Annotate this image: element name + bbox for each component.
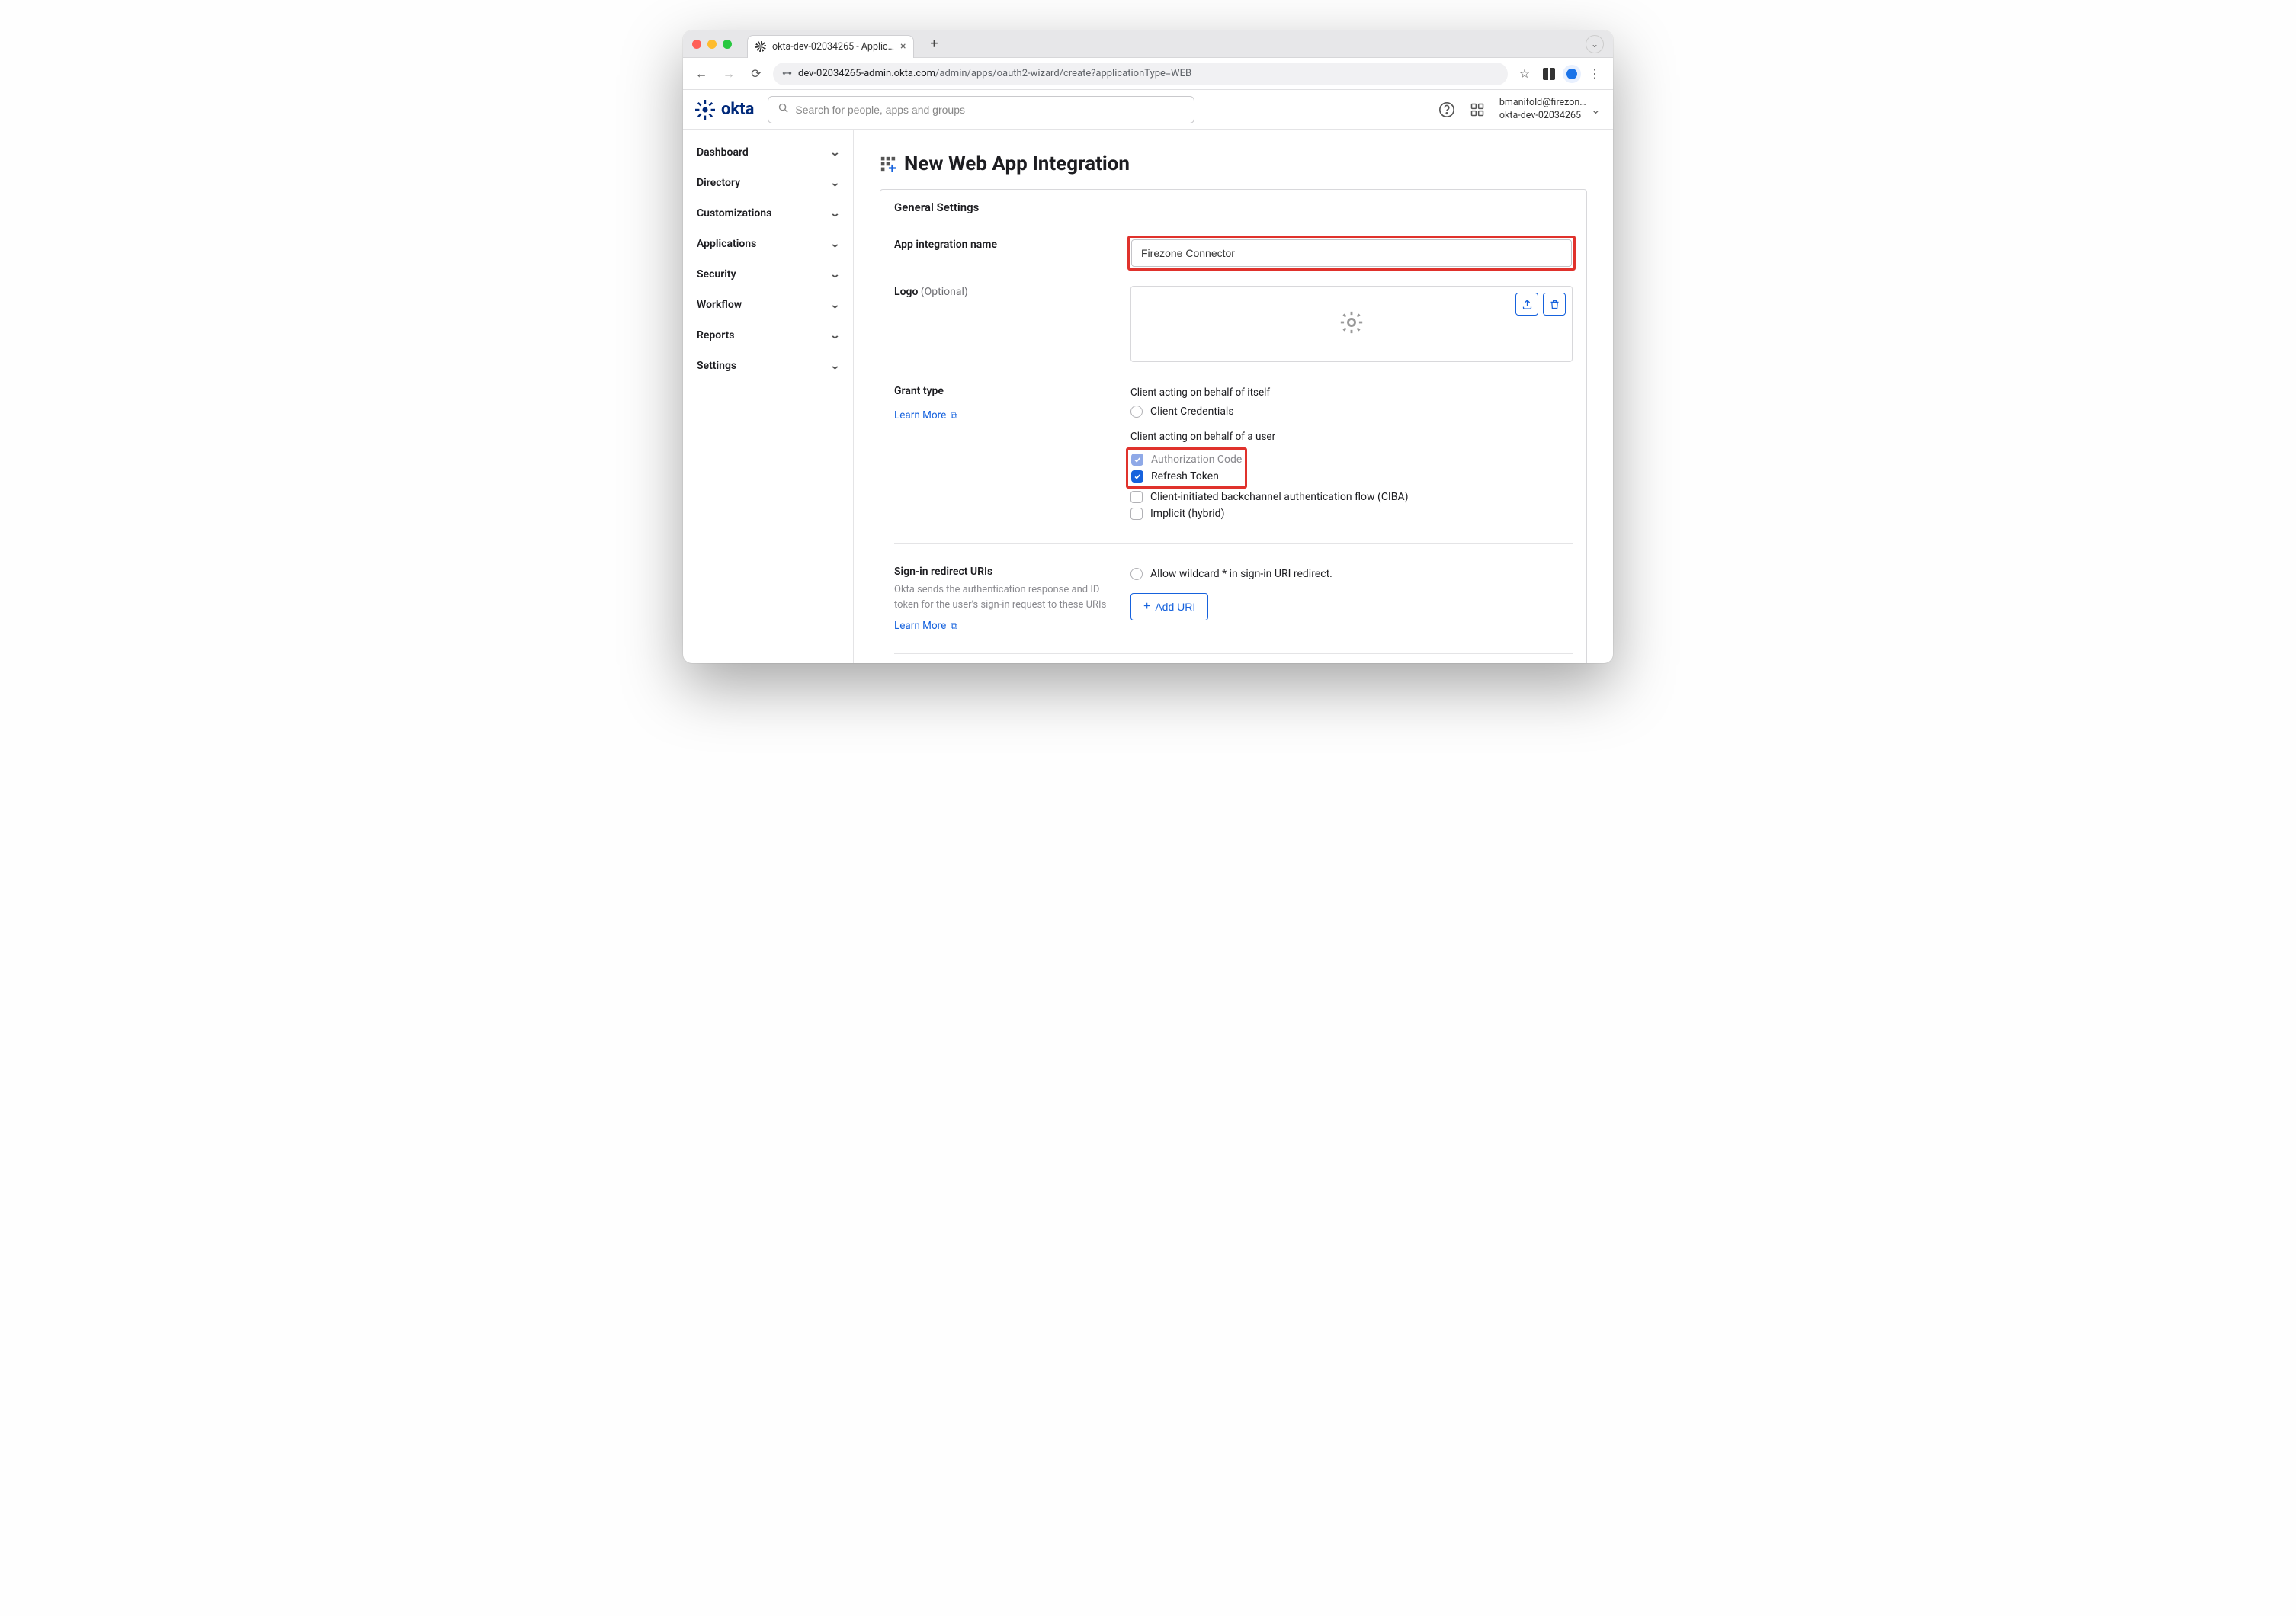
new-tab-button[interactable]: + (925, 35, 943, 53)
help-icon[interactable] (1438, 101, 1455, 118)
browser-window: okta-dev-02034265 - Applic… × + ⌄ ← → ⟳ … (683, 30, 1613, 663)
checkbox-checked-disabled-icon (1131, 454, 1143, 466)
close-window-icon[interactable] (692, 40, 701, 49)
chevron-down-icon: ⌄ (829, 147, 840, 159)
org-name: okta-dev-02034265 (1499, 110, 1586, 122)
learn-more-link[interactable]: Learn More⧉ (894, 620, 957, 632)
user-menu[interactable]: bmanifold@firezon… okta-dev-02034265 ⌄ (1499, 97, 1601, 122)
radio-unchecked-icon[interactable] (1130, 568, 1143, 580)
search-input[interactable] (795, 104, 1185, 116)
chevron-down-icon: ⌄ (829, 239, 840, 250)
chevron-down-icon: ⌄ (829, 361, 840, 372)
checkbox-checked-icon[interactable] (1131, 470, 1143, 483)
grant-client-credentials[interactable]: Client Credentials (1130, 403, 1573, 420)
page-title: New Web App Integration (880, 152, 1587, 175)
signin-uris-label: Sign-in redirect URIs (894, 566, 1115, 578)
forward-button: → (718, 63, 739, 85)
app-name-input[interactable] (1131, 239, 1572, 267)
sidebar-item-workflow[interactable]: Workflow⌄ (683, 290, 853, 320)
global-search[interactable] (768, 96, 1194, 123)
sidebar: Dashboard⌄ Directory⌄ Customizations⌄ Ap… (683, 130, 854, 663)
grant-authorization-code: Authorization Code (1131, 451, 1242, 468)
minimize-window-icon[interactable] (707, 40, 717, 49)
sidebar-item-customizations[interactable]: Customizations⌄ (683, 198, 853, 229)
tab-favicon-icon (755, 41, 766, 52)
external-link-icon: ⧉ (951, 410, 957, 422)
maximize-window-icon[interactable] (723, 40, 732, 49)
back-button[interactable]: ← (691, 63, 712, 85)
grant-refresh-token[interactable]: Refresh Token (1131, 468, 1242, 485)
checkbox-unchecked-icon[interactable] (1130, 491, 1143, 503)
upload-logo-button[interactable] (1515, 293, 1538, 316)
sidebar-item-applications[interactable]: Applications⌄ (683, 229, 853, 259)
chevron-down-icon: ⌄ (829, 269, 840, 281)
highlight-box: Authorization Code Refresh Token (1126, 447, 1247, 489)
apps-grid-icon[interactable] (1469, 101, 1486, 118)
sidebar-item-dashboard[interactable]: Dashboard⌄ (683, 137, 853, 168)
grant-type-label: Grant type (894, 385, 1115, 397)
external-link-icon: ⧉ (951, 620, 957, 632)
general-settings-card: General Settings App integration name (880, 189, 1587, 663)
sidebar-item-settings[interactable]: Settings⌄ (683, 351, 853, 381)
card-title: General Settings (880, 190, 1586, 225)
okta-header: okta bmanifold@firezon… okta-dev-0203426… (683, 90, 1613, 130)
tab-title: okta-dev-02034265 - Applic… (772, 41, 894, 53)
logo-dropzone[interactable] (1130, 286, 1573, 362)
extensions-icon[interactable] (1538, 63, 1560, 85)
grant-self-heading: Client acting on behalf of itself (1130, 386, 1573, 399)
gear-icon (1339, 309, 1364, 338)
profile-icon[interactable] (1563, 65, 1581, 83)
sidebar-item-directory[interactable]: Directory⌄ (683, 168, 853, 198)
grant-ciba[interactable]: Client-initiated backchannel authenticat… (1130, 489, 1573, 505)
sidebar-item-reports[interactable]: Reports⌄ (683, 320, 853, 351)
browser-toolbar: ← → ⟳ ⊶ dev-02034265-admin.okta.com/admi… (683, 58, 1613, 90)
title-bar: okta-dev-02034265 - Applic… × + ⌄ (683, 30, 1613, 58)
plus-icon: + (1143, 601, 1150, 613)
allow-wildcard-checkbox[interactable]: Allow wildcard * in sign-in URI redirect… (1130, 566, 1573, 582)
grant-implicit[interactable]: Implicit (hybrid) (1130, 505, 1573, 522)
sidebar-item-security[interactable]: Security⌄ (683, 259, 853, 290)
okta-brand-text: okta (721, 100, 754, 119)
close-tab-icon[interactable]: × (900, 40, 906, 53)
user-email: bmanifold@firezon… (1499, 97, 1586, 109)
main-content: New Web App Integration General Settings… (854, 130, 1613, 663)
chevron-down-icon: ⌄ (829, 300, 840, 311)
add-uri-button[interactable]: +Add URI (1130, 593, 1208, 620)
tabs-overflow-icon[interactable]: ⌄ (1586, 35, 1604, 53)
menu-icon[interactable]: ⋮ (1584, 63, 1605, 85)
bookmark-icon[interactable]: ☆ (1514, 63, 1535, 85)
learn-more-link[interactable]: Learn More⧉ (894, 409, 957, 422)
site-info-icon[interactable]: ⊶ (782, 68, 792, 79)
signin-help-text: Okta sends the authentication response a… (894, 582, 1115, 612)
chevron-down-icon: ⌄ (1591, 102, 1601, 117)
okta-logo[interactable]: okta (695, 100, 754, 120)
checkbox-unchecked-icon[interactable] (1130, 508, 1143, 520)
okta-logo-icon (695, 100, 715, 120)
address-bar[interactable]: ⊶ dev-02034265-admin.okta.com/admin/apps… (773, 63, 1508, 85)
search-icon (778, 102, 789, 117)
chevron-down-icon: ⌄ (829, 208, 840, 220)
browser-tab[interactable]: okta-dev-02034265 - Applic… × (747, 35, 914, 58)
chevron-down-icon: ⌄ (829, 330, 840, 341)
window-controls (692, 40, 732, 49)
url-path: /admin/apps/oauth2-wizard/create?applica… (935, 68, 1191, 79)
highlight-box (1127, 236, 1576, 271)
logo-label: Logo (Optional) (894, 286, 1115, 298)
app-integration-icon (880, 156, 896, 172)
app-name-label: App integration name (894, 239, 1115, 251)
reload-button[interactable]: ⟳ (746, 63, 767, 85)
radio-unchecked-icon[interactable] (1130, 406, 1143, 418)
url-host: dev-02034265-admin.okta.com (798, 68, 935, 79)
grant-user-heading: Client acting on behalf of a user (1130, 431, 1573, 443)
chevron-down-icon: ⌄ (829, 178, 840, 189)
delete-logo-button[interactable] (1543, 293, 1566, 316)
